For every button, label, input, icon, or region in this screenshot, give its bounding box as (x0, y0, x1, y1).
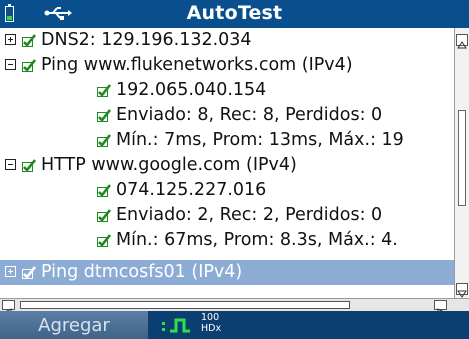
link-duplex-text: HDx (201, 323, 222, 334)
tree-row-http-packets[interactable]: Enviado: 2, Rec: 2, Perdidos: 0 (0, 203, 454, 228)
checkmark-icon (22, 59, 36, 72)
collapse-icon[interactable] (5, 159, 16, 170)
checkmark-icon (97, 134, 111, 147)
tree-row-label: DNS2: 129.196.132.034 (41, 30, 252, 50)
tree-row-label: Enviado: 8, Rec: 8, Perdidos: 0 (116, 105, 383, 125)
tree-row-http-address[interactable]: 074.125.227.016 (0, 178, 454, 203)
tree-row-label: Ping www.flukenetworks.com (IPv4) (41, 55, 353, 75)
checkmark-icon (97, 184, 111, 197)
tree-row-ping-dtmcosfs01[interactable]: Ping dtmcosfs01 (IPv4) (0, 260, 454, 285)
tree-row-ping-address[interactable]: 192.065.040.154 (0, 78, 454, 103)
vertical-scrollbar[interactable] (454, 28, 469, 298)
horizontal-scrollbar[interactable] (0, 298, 469, 316)
scroll-up-arrow-icon[interactable] (456, 34, 468, 49)
bottom-bar: Agregar 100 HDx (0, 311, 469, 339)
tree-row-label: Ping dtmcosfs01 (IPv4) (41, 262, 243, 282)
link-speed-text: 100 (201, 312, 220, 323)
scroll-down-arrow-icon[interactable] (456, 283, 468, 298)
horizontal-scroll-thumb[interactable] (20, 301, 350, 309)
tree-row-label: HTTP www.google.com (IPv4) (41, 155, 297, 175)
tree-row-ping-times[interactable]: Mín.: 7ms, Prom: 13ms, Máx.: 19 (0, 128, 454, 153)
tree-row-http-google[interactable]: HTTP www.google.com (IPv4) (0, 153, 454, 178)
checkmark-icon (22, 266, 36, 279)
tree-row-label: 074.125.227.016 (116, 180, 267, 200)
scroll-left-arrow-icon[interactable] (2, 300, 15, 316)
tree-row-label: Mín.: 7ms, Prom: 13ms, Máx.: 19 (116, 130, 404, 150)
results-tree[interactable]: DNS2: 129.196.132.034 Ping www.flukenetw… (0, 28, 454, 298)
checkmark-icon (97, 84, 111, 97)
tree-row-label: Mín.: 67ms, Prom: 8.3s, Máx.: 4. (116, 230, 398, 250)
expand-icon[interactable] (5, 266, 16, 277)
tree-row-ping-flukenetworks[interactable]: Ping www.flukenetworks.com (IPv4) (0, 53, 454, 78)
title-bar: AutoTest (0, 0, 469, 28)
checkmark-icon (22, 34, 36, 47)
checkmark-icon (22, 159, 36, 172)
tree-row-label: 192.065.040.154 (116, 80, 267, 100)
link-status-icon (162, 318, 190, 333)
add-softkey-button[interactable]: Agregar (0, 311, 148, 339)
tree-row-ping-packets[interactable]: Enviado: 8, Rec: 8, Perdidos: 0 (0, 103, 454, 128)
window-title: AutoTest (186, 2, 283, 24)
scroll-right-arrow-icon[interactable] (434, 300, 447, 316)
expand-icon[interactable] (5, 34, 16, 45)
tree-row-label: Enviado: 2, Rec: 2, Perdidos: 0 (116, 205, 383, 225)
tree-row-dns2[interactable]: DNS2: 129.196.132.034 (0, 28, 454, 53)
collapse-icon[interactable] (5, 59, 16, 70)
checkmark-icon (97, 234, 111, 247)
checkmark-icon (97, 109, 111, 122)
autotest-screen: AutoTest DNS2: 129.196.132.034 Ping www.… (0, 0, 469, 339)
tree-row-http-times[interactable]: Mín.: 67ms, Prom: 8.3s, Máx.: 4. (0, 228, 454, 253)
vertical-scroll-thumb[interactable] (458, 110, 466, 206)
checkmark-icon (97, 209, 111, 222)
